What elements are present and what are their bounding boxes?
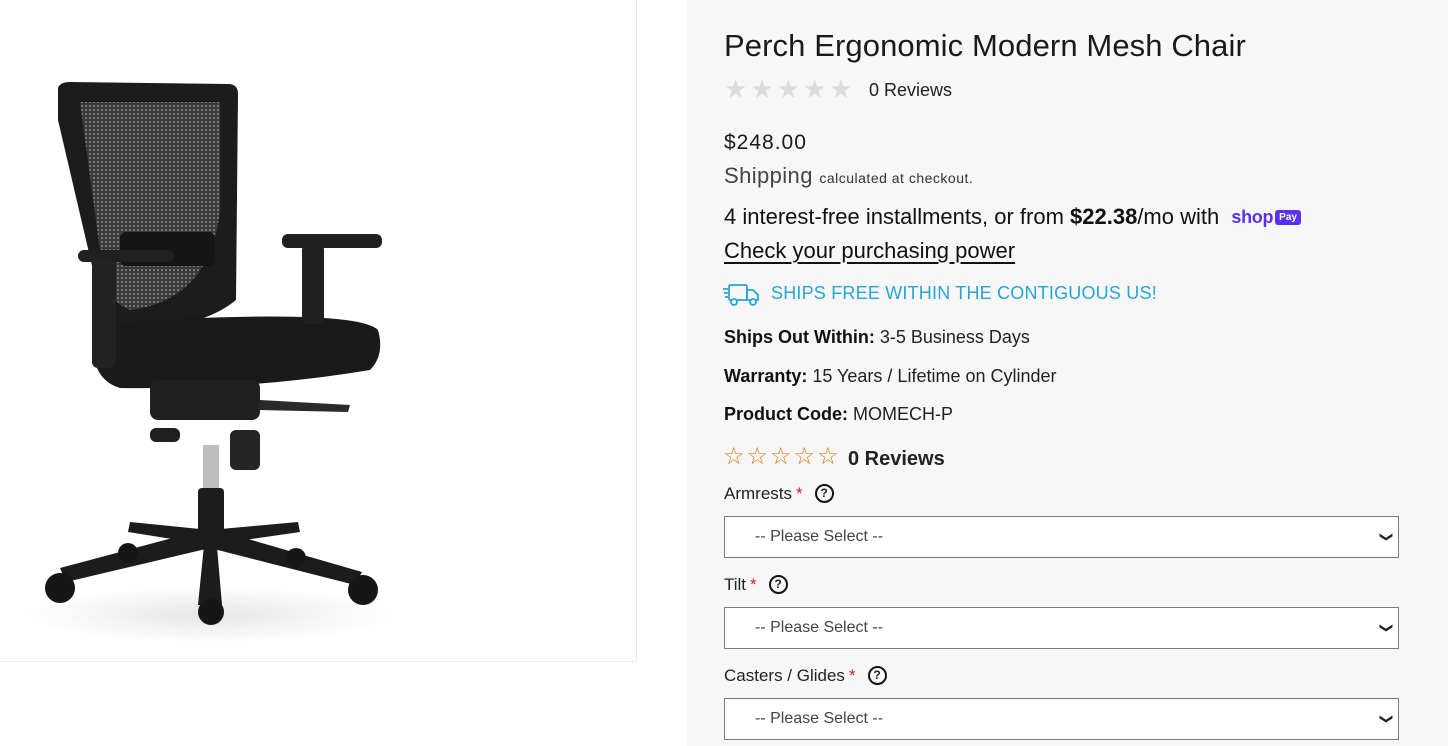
spec-label: Product Code: [724, 404, 848, 424]
chevron-down-icon: ❯ [1379, 622, 1395, 634]
installments-suffix: /mo with [1137, 204, 1220, 229]
product-price: $248.00 [724, 131, 807, 154]
required-marker: * [848, 666, 856, 685]
required-marker: * [750, 575, 757, 594]
spec-value: MOMECH-P [848, 404, 953, 424]
reviews-count-secondary[interactable]: 0 Reviews [848, 448, 945, 471]
spec-ships-out: Ships Out Within: 3-5 Business Days [724, 327, 1030, 348]
chevron-down-icon: ❯ [1379, 713, 1395, 725]
star-icon: ★ [724, 74, 748, 104]
select-value: -- Please Select -- [755, 619, 884, 636]
rating-stars-orange[interactable]: ☆ ☆ ☆ ☆ ☆ [723, 444, 839, 470]
star-outline-icon: ☆ [770, 443, 792, 470]
chevron-down-icon: ❯ [1379, 531, 1395, 543]
shipping-note: calculated at checkout. [819, 170, 974, 186]
ships-free-banner: SHIPS FREE WITHIN THE CONTIGUOUS US! [771, 283, 1157, 303]
option-label-text: Tilt [724, 575, 747, 594]
product-details-panel: Perch Ergonomic Modern Mesh Chair ★ ★ ★ … [687, 0, 1448, 746]
select-value: -- Please Select -- [755, 528, 884, 545]
shipping-info: Shipping calculated at checkout. [724, 163, 973, 189]
star-outline-icon: ☆ [723, 443, 745, 470]
shoppay-badge: Pay [1275, 210, 1301, 225]
installments-text: 4 interest-free installments, or from $2… [724, 204, 1301, 230]
shoppay-word: shop [1231, 207, 1274, 227]
spec-label: Warranty: [724, 366, 808, 386]
casters-select[interactable]: -- Please Select -- ❯ [724, 698, 1399, 740]
installments-prefix: 4 interest-free installments, or from [724, 204, 1071, 229]
installments-amount: $22.38 [1070, 204, 1138, 229]
option-label-armrests: Armrests *? [724, 484, 834, 504]
star-outline-icon: ☆ [817, 443, 839, 470]
product-title: Perch Ergonomic Modern Mesh Chair [724, 28, 1246, 63]
question-circle-icon[interactable]: ? [867, 666, 887, 685]
star-icon: ★ [829, 74, 853, 104]
purchasing-power-link[interactable]: Check your purchasing power [724, 238, 1015, 264]
product-image-panel [0, 0, 637, 662]
product-image-chair[interactable] [0, 0, 636, 662]
truck-icon [723, 282, 761, 313]
star-icon: ★ [802, 74, 827, 104]
armrests-select[interactable]: -- Please Select -- ❯ [724, 516, 1399, 558]
option-label-casters: Casters / Glides *? [724, 666, 887, 686]
shipping-link[interactable]: Shipping [724, 163, 813, 188]
spec-value: 3-5 Business Days [874, 327, 1030, 347]
option-label-text: Casters / Glides [724, 666, 845, 685]
reviews-count-link[interactable]: 0 Reviews [869, 80, 952, 101]
star-outline-icon: ☆ [793, 443, 816, 470]
star-icon: ★ [776, 74, 800, 104]
tilt-select[interactable]: -- Please Select -- ❯ [724, 607, 1399, 649]
spec-product-code: Product Code: MOMECH-P [724, 404, 953, 425]
question-circle-icon[interactable]: ? [814, 484, 834, 503]
required-marker: * [796, 484, 803, 503]
select-value: -- Please Select -- [755, 710, 884, 727]
option-label-tilt: Tilt *? [724, 575, 788, 595]
star-icon: ★ [750, 74, 774, 104]
spec-label: Ships Out Within: [724, 327, 875, 347]
question-circle-icon[interactable]: ? [768, 575, 788, 594]
star-outline-icon: ☆ [746, 443, 769, 470]
spec-warranty: Warranty: 15 Years / Lifetime on Cylinde… [724, 366, 1057, 387]
option-label-text: Armrests [724, 484, 792, 503]
rating-stars-grey[interactable]: ★ ★ ★ ★ ★ [724, 76, 853, 102]
spec-value: 15 Years / Lifetime on Cylinder [807, 366, 1057, 386]
shoppay-logo[interactable]: shop Pay [1231, 207, 1301, 228]
